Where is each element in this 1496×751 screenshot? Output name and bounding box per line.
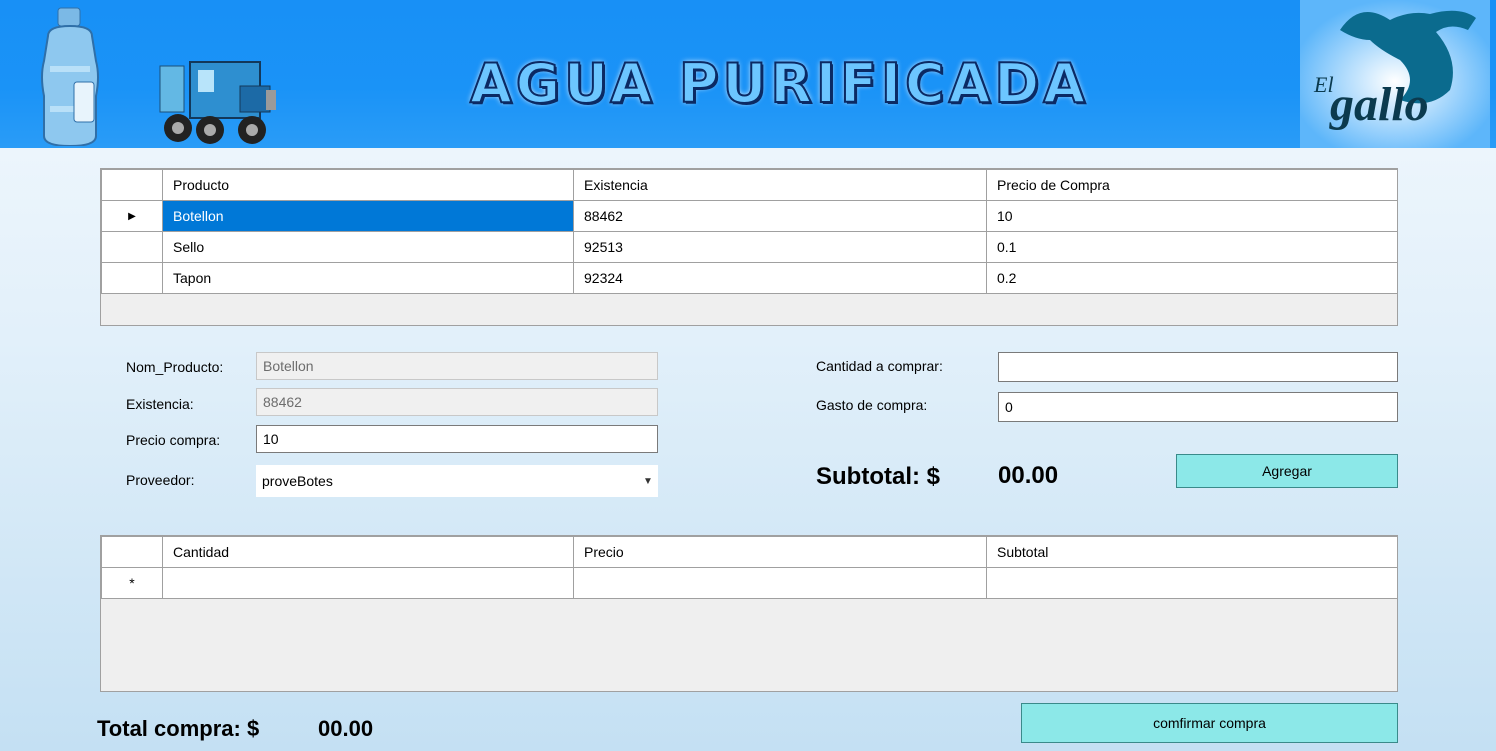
- app-title: AGUA PURIFICADA: [469, 51, 1090, 116]
- nom-producto-label: Nom_Producto:: [126, 359, 224, 375]
- total-compra-value: 00.00: [318, 716, 374, 741]
- row-header-corner: [101, 169, 163, 201]
- cell-cantidad[interactable]: [162, 567, 574, 599]
- new-row-indicator-icon[interactable]: *: [101, 567, 163, 599]
- products-grid-header: Producto Existencia Precio de Compra: [101, 169, 1398, 201]
- cell-existencia[interactable]: 88462: [573, 200, 987, 232]
- cell-subtotal[interactable]: [986, 567, 1398, 599]
- total-compra-label: Total compra: $: [97, 716, 260, 741]
- cell-precio[interactable]: 10: [986, 200, 1398, 232]
- precio-compra-label: Precio compra:: [126, 432, 221, 448]
- cell-producto[interactable]: Tapon: [162, 262, 574, 294]
- cell-precio[interactable]: 0.1: [986, 231, 1398, 263]
- column-header-precio[interactable]: Precio: [573, 536, 987, 568]
- cell-precio[interactable]: [573, 567, 987, 599]
- cell-existencia[interactable]: 92513: [573, 231, 987, 263]
- cell-precio[interactable]: 0.2: [986, 262, 1398, 294]
- proveedor-label: Proveedor:: [126, 472, 195, 488]
- row-header-corner: [101, 536, 163, 568]
- subtotal-value: 00.00: [998, 462, 1059, 489]
- water-jug-truck-logo: [41, 7, 276, 146]
- column-header-producto[interactable]: Producto: [162, 169, 574, 201]
- table-row[interactable]: ▶ Botellon 88462 10: [101, 200, 1398, 232]
- nom-producto-field[interactable]: [256, 352, 658, 380]
- row-header[interactable]: [101, 231, 163, 263]
- products-grid[interactable]: Producto Existencia Precio de Compra ▶ B…: [100, 168, 1398, 326]
- existencia-label: Existencia:: [126, 396, 194, 412]
- gasto-compra-field[interactable]: [998, 392, 1398, 422]
- gasto-compra-label: Gasto de compra:: [816, 397, 928, 413]
- agregar-button[interactable]: Agregar: [1176, 454, 1398, 488]
- cantidad-field[interactable]: [998, 352, 1398, 382]
- cell-producto[interactable]: Botellon: [162, 200, 574, 232]
- column-header-subtotal[interactable]: Subtotal: [986, 536, 1398, 568]
- row-header[interactable]: [101, 262, 163, 294]
- detail-grid-header: Cantidad Precio Subtotal: [101, 536, 1398, 568]
- column-header-precio[interactable]: Precio de Compra: [986, 169, 1398, 201]
- proveedor-selected-value: proveBotes: [262, 473, 333, 489]
- existencia-field[interactable]: [256, 388, 658, 416]
- precio-compra-field[interactable]: [256, 425, 658, 453]
- proveedor-select[interactable]: proveBotes ▼: [256, 465, 658, 497]
- subtotal-label: Subtotal: $: [816, 463, 940, 490]
- column-header-cantidad[interactable]: Cantidad: [162, 536, 574, 568]
- confirmar-compra-button[interactable]: comfirmar compra: [1021, 703, 1398, 743]
- header-banner: AGUA PURIFICADA El gallo: [0, 0, 1496, 148]
- column-header-existencia[interactable]: Existencia: [573, 169, 987, 201]
- logo-text-gallo: gallo: [1329, 78, 1429, 131]
- table-row[interactable]: Sello 92513 0.1: [101, 231, 1398, 263]
- current-row-indicator-icon[interactable]: ▶: [101, 200, 163, 232]
- el-gallo-logo: El gallo: [1300, 0, 1490, 148]
- new-row[interactable]: *: [101, 567, 1398, 599]
- detail-grid[interactable]: Cantidad Precio Subtotal *: [100, 535, 1398, 692]
- cantidad-label: Cantidad a comprar:: [816, 358, 943, 374]
- table-row[interactable]: Tapon 92324 0.2: [101, 262, 1398, 294]
- cell-existencia[interactable]: 92324: [573, 262, 987, 294]
- cell-producto[interactable]: Sello: [162, 231, 574, 263]
- dropdown-arrow-icon[interactable]: ▼: [638, 476, 658, 487]
